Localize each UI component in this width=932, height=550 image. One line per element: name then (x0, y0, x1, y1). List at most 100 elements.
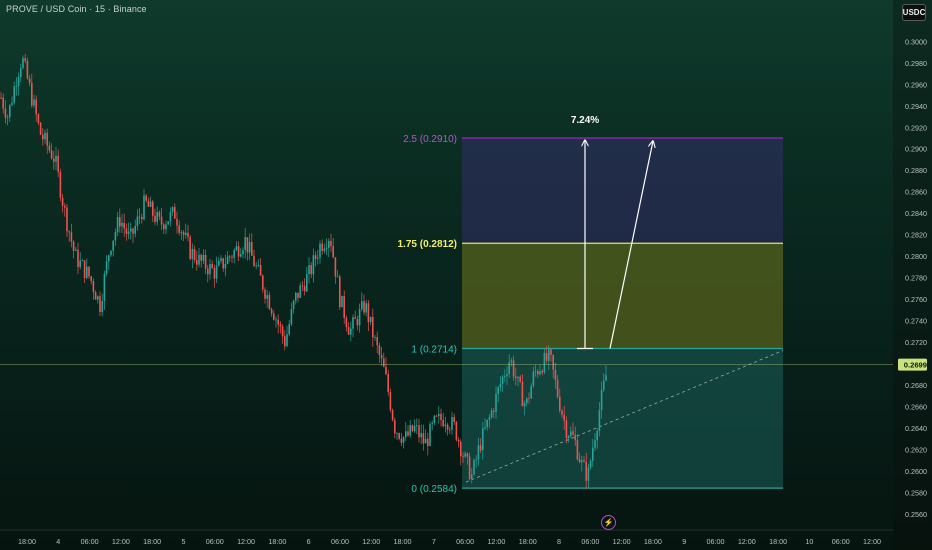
candle-body (435, 415, 438, 417)
candle-body (343, 295, 345, 318)
candle-body (200, 254, 202, 261)
candle-body (383, 358, 385, 367)
candle-body (398, 433, 400, 439)
candle-body (193, 249, 196, 261)
candle-body (475, 459, 477, 461)
candle-body (537, 371, 539, 375)
candle-body (345, 317, 348, 328)
candle-body (295, 292, 297, 301)
candle-body (211, 263, 213, 269)
price-tick-label: 0.2560 (905, 510, 927, 519)
candle-body (517, 376, 519, 379)
time-tick-label: 12:00 (613, 537, 631, 546)
time-axis[interactable]: 18:00 4 06:00 12:00 18:00 5 06:00 12:00 18:00 6 06… (0, 529, 893, 546)
candle-body (171, 207, 174, 212)
time-tick-label: 4 (56, 537, 60, 546)
candle-body (251, 241, 253, 256)
candle-body (466, 453, 469, 457)
price-tick-label: 0.2940 (905, 102, 927, 111)
candle-body (486, 419, 488, 428)
candle-body (493, 410, 495, 412)
candle-body (482, 428, 484, 451)
price-tick-label: 0.2840 (905, 209, 927, 218)
candle-body (301, 285, 304, 287)
candle-body (79, 260, 81, 268)
candle-body (369, 316, 372, 323)
candle-body (138, 216, 141, 218)
candle-body (422, 433, 425, 444)
candle-body (99, 296, 101, 313)
candle-body (66, 207, 68, 232)
measure-percent-label: 7.24% (571, 115, 599, 126)
candle-body (90, 276, 92, 282)
time-tick-label: 18:00 (394, 537, 412, 546)
candle-body (297, 292, 299, 298)
candle-body (17, 76, 20, 87)
candle-body (88, 266, 90, 277)
candle-body (418, 425, 420, 438)
candle-body (409, 425, 411, 436)
time-tick-label: 12:00 (112, 537, 130, 546)
candle-body (20, 67, 22, 77)
candle-body (504, 376, 506, 377)
candle-body (328, 240, 330, 248)
fib-zone-upper (462, 137, 783, 244)
candle-body (244, 237, 246, 251)
candle-body (92, 281, 95, 292)
candle-body (24, 58, 26, 61)
candle-body (46, 132, 48, 146)
currency-button[interactable]: USDC (902, 4, 926, 21)
candle-body (55, 155, 57, 162)
candle-body (86, 266, 88, 278)
candle-body (116, 217, 119, 233)
time-tick-label: 5 (181, 537, 185, 546)
candle-body (119, 217, 121, 227)
candle-body (391, 410, 394, 421)
candle-body (367, 303, 370, 323)
candle-body (257, 264, 260, 266)
time-tick-label: 06:00 (456, 537, 474, 546)
candle-body (411, 425, 414, 432)
candle-body (105, 261, 108, 274)
price-tick-label: 0.2900 (905, 145, 927, 154)
candle-body (312, 255, 315, 275)
candle-body (585, 461, 587, 481)
candle-body (59, 171, 62, 198)
candle-body (532, 371, 535, 386)
candle-body (83, 260, 86, 278)
chart-canvas[interactable]: 2.5 (0.2910) 1.75 (0.2812) 1 (0.2714) 0 (0.… (0, 0, 932, 550)
candle-body (167, 221, 169, 225)
candle-body (97, 296, 99, 300)
candle-body (429, 423, 431, 446)
candle-body (361, 301, 363, 310)
price-tick-label: 0.2860 (905, 188, 927, 197)
price-axis[interactable]: 0.3000 0.2980 0.2960 0.2940 0.2920 0.2900 0.28… (893, 0, 932, 550)
fib-extension-tool[interactable]: 2.5 (0.2910) 1.75 (0.2812) 1 (0.2714) 0 (0.… (398, 115, 784, 495)
candle-body (114, 232, 117, 241)
candle-body (196, 260, 198, 265)
candle-body (541, 370, 543, 373)
candle-body (2, 97, 4, 109)
candle-body (526, 398, 528, 404)
candle-body (288, 324, 290, 335)
candle-body (453, 416, 455, 423)
candle-body (350, 328, 352, 335)
candle-body (570, 431, 572, 437)
candle-body (81, 260, 84, 262)
price-tick-label: 0.2680 (905, 381, 927, 390)
lightning-icon[interactable]: ⚡ (601, 515, 616, 530)
candle-body (158, 212, 161, 217)
candle-body (354, 317, 356, 319)
candle-body (246, 237, 249, 253)
candle-body (299, 285, 301, 298)
candle-body (592, 447, 594, 461)
time-tick-label: 18:00 (769, 537, 787, 546)
time-tick-label: 06:00 (832, 537, 850, 546)
fib-zone-middle (462, 243, 783, 349)
candle-body (510, 360, 513, 363)
candle-body (0, 97, 2, 99)
candle-body (376, 337, 378, 346)
candle-body (545, 353, 548, 361)
candle-body (323, 248, 326, 251)
candle-body (534, 371, 537, 373)
